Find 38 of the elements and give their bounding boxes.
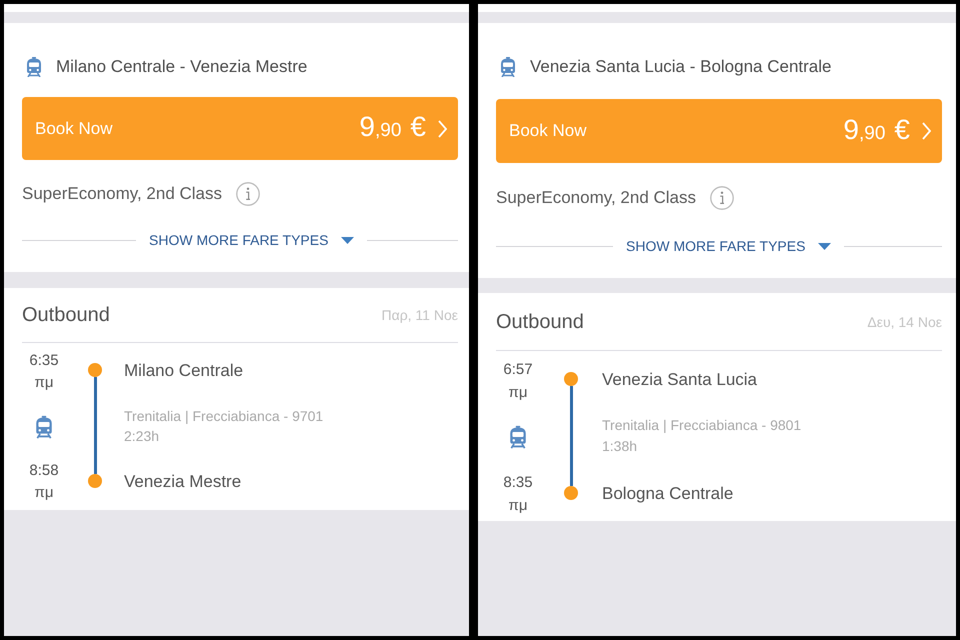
info-icon[interactable] [236, 182, 260, 206]
arrival-time: 8:58 [29, 461, 59, 481]
train-operator: Trenitalia | Frecciabianca - 9801 [602, 416, 802, 435]
time-period: πμ [508, 383, 528, 403]
stop-dot-icon [88, 474, 102, 488]
trip-duration: 1:38h [602, 437, 638, 456]
chevron-right-icon [922, 122, 931, 140]
station-name: Bologna Centrale [602, 483, 734, 505]
departure-time: 6:57 [503, 360, 533, 380]
train-icon [34, 415, 54, 439]
time-period: πμ [34, 483, 54, 503]
station-name: Venezia Santa Lucia [602, 369, 758, 391]
stop-dot-icon [88, 363, 102, 377]
show-more-fare-types-button[interactable]: SHOW MORE FARE TYPES [626, 236, 832, 256]
train-icon [25, 57, 43, 77]
station-name: Milano Centrale [124, 360, 244, 382]
trip-duration: 2:23h [124, 427, 160, 446]
station-name: Venezia Mestre [124, 471, 242, 493]
info-icon[interactable] [710, 186, 734, 210]
stop-dot-icon [564, 372, 578, 386]
fare-class-label: SuperEconomy, 2nd Class [496, 187, 696, 210]
arrival-time: 8:35 [503, 473, 533, 493]
train-icon [508, 425, 528, 449]
show-more-fare-types-button[interactable]: SHOW MORE FARE TYPES [149, 230, 354, 250]
time-period: πμ [34, 373, 54, 393]
departure-time: 6:35 [29, 351, 59, 371]
time-period: πμ [508, 496, 528, 516]
section-title: Outbound [496, 310, 584, 334]
journey-date: Παρ, 11 Νοε [381, 306, 458, 325]
route-title: Venezia Santa Lucia - Bologna Centrale [530, 56, 832, 78]
route-title: Milano Centrale - Venezia Mestre [56, 56, 308, 78]
journey-date: Δευ, 14 Νοε [867, 312, 942, 332]
fare-class-label: SuperEconomy, 2nd Class [22, 183, 222, 206]
stop-dot-icon [564, 486, 578, 500]
train-operator: Trenitalia | Frecciabianca - 9701 [124, 407, 324, 426]
chevron-right-icon [438, 120, 447, 138]
train-icon [499, 57, 517, 77]
section-title: Outbound [22, 303, 110, 327]
